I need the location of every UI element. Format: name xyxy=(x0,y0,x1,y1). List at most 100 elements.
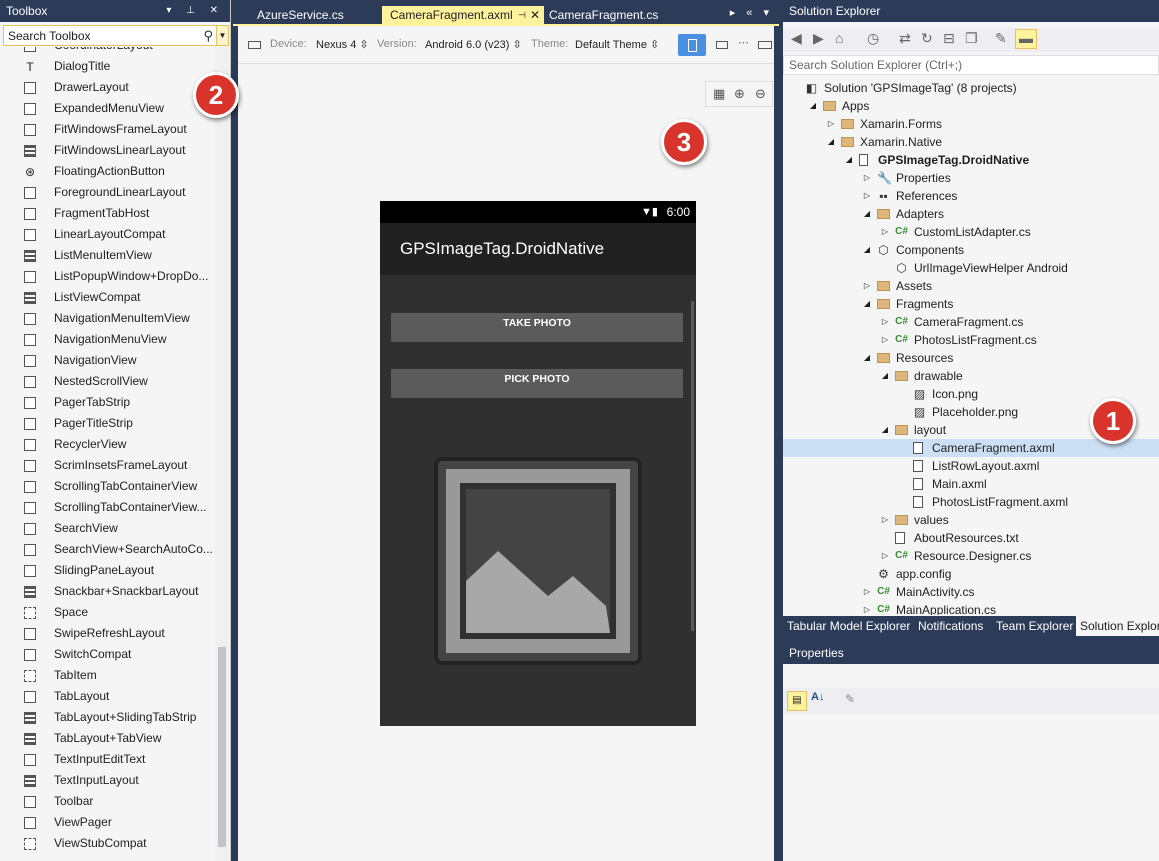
tree-node[interactable]: ▷ 🔧 Properties xyxy=(783,169,1159,187)
toolbox-item[interactable]: SwitchCompat xyxy=(0,644,214,665)
toolbox-item[interactable]: ⊛ FloatingActionButton xyxy=(0,161,214,182)
toolbox-item[interactable]: TabItem xyxy=(0,665,214,686)
collapsed-arrow-icon[interactable]: ▷ xyxy=(862,601,872,615)
tree-node[interactable]: ◢ GPSImageTag.DroidNative xyxy=(783,151,1159,169)
toolbox-item[interactable]: ForegroundLinearLayout xyxy=(0,182,214,203)
toolbox-item[interactable]: TextInputEditText xyxy=(0,749,214,770)
version-select[interactable]: Android 6.0 (v23) ⇳ xyxy=(425,38,522,51)
preview-toggle-icon[interactable]: ▬ xyxy=(1015,29,1037,49)
solution-explorer-search-input[interactable]: Search Solution Explorer (Ctrl+;) xyxy=(783,55,1159,75)
toolbox-item[interactable]: ListViewCompat xyxy=(0,287,214,308)
toolbox-item[interactable]: Toolbar xyxy=(0,791,214,812)
pick-photo-button[interactable]: PICK PHOTO xyxy=(391,369,683,398)
toolbox-item[interactable]: FitWindowsFrameLayout xyxy=(0,119,214,140)
take-photo-button[interactable]: TAKE PHOTO xyxy=(391,313,683,342)
toolbox-item[interactable]: ExpandedMenuView xyxy=(0,98,214,119)
categorized-icon[interactable]: ▤ xyxy=(787,691,807,711)
tree-node[interactable]: ▷ C# MainApplication.cs xyxy=(783,601,1159,615)
collapsed-arrow-icon[interactable]: ▷ xyxy=(826,115,836,133)
toolbox-item[interactable]: TextInputLayout xyxy=(0,770,214,791)
toolbox-item[interactable]: SearchView+SearchAutoCo... xyxy=(0,539,214,560)
toolbox-item[interactable]: CoordinatorLayout xyxy=(0,47,214,56)
tree-node[interactable]: ▷ C# CameraFragment.cs xyxy=(783,313,1159,331)
tree-node[interactable]: ⚙ app.config xyxy=(783,565,1159,583)
toolbox-item[interactable]: Space xyxy=(0,602,214,623)
expanded-arrow-icon[interactable]: ◢ xyxy=(862,241,872,259)
zoom-in-icon[interactable]: ⊕ xyxy=(734,86,745,102)
toolbox-item[interactable]: NavigationMenuItemView xyxy=(0,308,214,329)
tree-node[interactable]: ◢ Fragments xyxy=(783,295,1159,313)
refresh-icon[interactable]: ↻ xyxy=(921,30,933,47)
tree-node[interactable]: ◢ drawable xyxy=(783,367,1159,385)
expanded-arrow-icon[interactable]: ◢ xyxy=(826,133,836,151)
toolbox-item[interactable]: NavigationMenuView xyxy=(0,329,214,350)
tab-azureservice[interactable]: AzureService.cs xyxy=(249,6,375,24)
tree-node[interactable]: Main.axml xyxy=(783,475,1159,493)
toolbox-item[interactable]: TabLayout+SlidingTabStrip xyxy=(0,707,214,728)
home-icon[interactable]: ⌂ xyxy=(835,30,843,46)
toolbox-item[interactable]: ViewPager xyxy=(0,812,214,833)
expanded-arrow-icon[interactable]: ◢ xyxy=(808,97,818,115)
tree-node[interactable]: ◢ Apps xyxy=(783,97,1159,115)
toolbox-item[interactable]: ListMenuItemView xyxy=(0,245,214,266)
tree-node[interactable]: ▷ C# MainActivity.cs xyxy=(783,583,1159,601)
show-all-files-icon[interactable]: ❐ xyxy=(965,30,978,47)
tree-node[interactable]: ▷ C# Resource.Designer.cs xyxy=(783,547,1159,565)
tree-node[interactable]: ◧ Solution 'GPSImageTag' (8 projects) xyxy=(783,79,1159,97)
collapsed-arrow-icon[interactable]: ▷ xyxy=(880,547,890,565)
collapse-all-icon[interactable]: ⊟ xyxy=(943,30,955,47)
zoom-out-icon[interactable]: ⊖ xyxy=(755,86,766,102)
toolbox-item[interactable]: ListPopupWindow+DropDo... xyxy=(0,266,214,287)
tree-node[interactable]: ◢ Xamarin.Native xyxy=(783,133,1159,151)
chevron-down-icon[interactable]: ▼ xyxy=(216,26,228,45)
property-pages-icon[interactable]: ✎ xyxy=(845,692,855,706)
toolbox-item[interactable]: RecyclerView xyxy=(0,434,214,455)
toolbox-item[interactable]: ScrollingTabContainerView xyxy=(0,476,214,497)
alphabetical-sort-icon[interactable]: A↓ xyxy=(811,691,824,703)
toolbox-item[interactable]: NavigationView xyxy=(0,350,214,371)
toolbox-item[interactable]: PagerTitleStrip xyxy=(0,413,214,434)
search-icon[interactable]: ⚲ xyxy=(203,28,213,44)
toolbox-item[interactable]: ScrimInsetsFrameLayout xyxy=(0,455,214,476)
toolbox-window-buttons[interactable]: ▾ ⊥ ✕ xyxy=(166,0,224,22)
expanded-arrow-icon[interactable]: ◢ xyxy=(844,151,854,169)
collapsed-arrow-icon[interactable]: ▷ xyxy=(862,169,872,187)
bottom-tab[interactable]: Tabular Model Explorer xyxy=(783,616,914,636)
layout-options-button[interactable] xyxy=(758,41,772,49)
tree-node[interactable]: ▷ Xamarin.Forms xyxy=(783,115,1159,133)
toolbox-item[interactable]: NestedScrollView xyxy=(0,371,214,392)
expanded-arrow-icon[interactable]: ◢ xyxy=(880,367,890,385)
bottom-tab[interactable]: Team Explorer xyxy=(992,616,1077,636)
toolbox-item[interactable]: DrawerLayout xyxy=(0,77,214,98)
theme-select[interactable]: Default Theme ⇳ xyxy=(575,38,659,51)
toolbox-item[interactable]: T DialogTitle xyxy=(0,56,214,77)
toolbox-item[interactable]: LinearLayoutCompat xyxy=(0,224,214,245)
toolbox-item[interactable]: ViewStubCompat xyxy=(0,833,214,854)
expanded-arrow-icon[interactable]: ◢ xyxy=(862,295,872,313)
device-select[interactable]: Nexus 4 ⇳ xyxy=(316,38,369,51)
tab-camerafragment-cs[interactable]: CameraFragment.cs xyxy=(541,6,681,24)
tab-camerafragment-axml[interactable]: CameraFragment.axml ⊣ ✕ xyxy=(382,6,544,24)
back-icon[interactable]: ◀ xyxy=(791,30,802,47)
toolbox-item[interactable]: SwipeRefreshLayout xyxy=(0,623,214,644)
toolbox-item[interactable]: PagerTabStrip xyxy=(0,392,214,413)
collapsed-arrow-icon[interactable]: ▷ xyxy=(880,223,890,241)
landscape-orientation-button[interactable] xyxy=(716,41,728,49)
tree-node[interactable]: ▷ C# PhotosListFragment.cs xyxy=(783,331,1159,349)
portrait-orientation-button[interactable] xyxy=(678,34,706,56)
collapsed-arrow-icon[interactable]: ▷ xyxy=(862,277,872,295)
history-icon[interactable]: ◷ xyxy=(867,30,879,47)
toolbox-search-box[interactable]: ⚲ ▼ xyxy=(3,25,229,46)
toolbox-item[interactable]: TabLayout+TabView xyxy=(0,728,214,749)
toolbox-item[interactable]: FragmentTabHost xyxy=(0,203,214,224)
tree-node[interactable]: ⬡ UrlImageViewHelper Android xyxy=(783,259,1159,277)
close-icon[interactable]: ✕ xyxy=(530,6,540,24)
tree-node[interactable]: ▷ ▪▪ References xyxy=(783,187,1159,205)
expanded-arrow-icon[interactable]: ◢ xyxy=(862,205,872,223)
toolbox-item[interactable]: SearchView xyxy=(0,518,214,539)
collapsed-arrow-icon[interactable]: ▷ xyxy=(880,511,890,529)
toolbox-item[interactable]: FitWindowsLinearLayout xyxy=(0,140,214,161)
tree-node[interactable]: ◢ ⬡ Components xyxy=(783,241,1159,259)
tree-node[interactable]: ▷ values xyxy=(783,511,1159,529)
collapsed-arrow-icon[interactable]: ▷ xyxy=(880,313,890,331)
